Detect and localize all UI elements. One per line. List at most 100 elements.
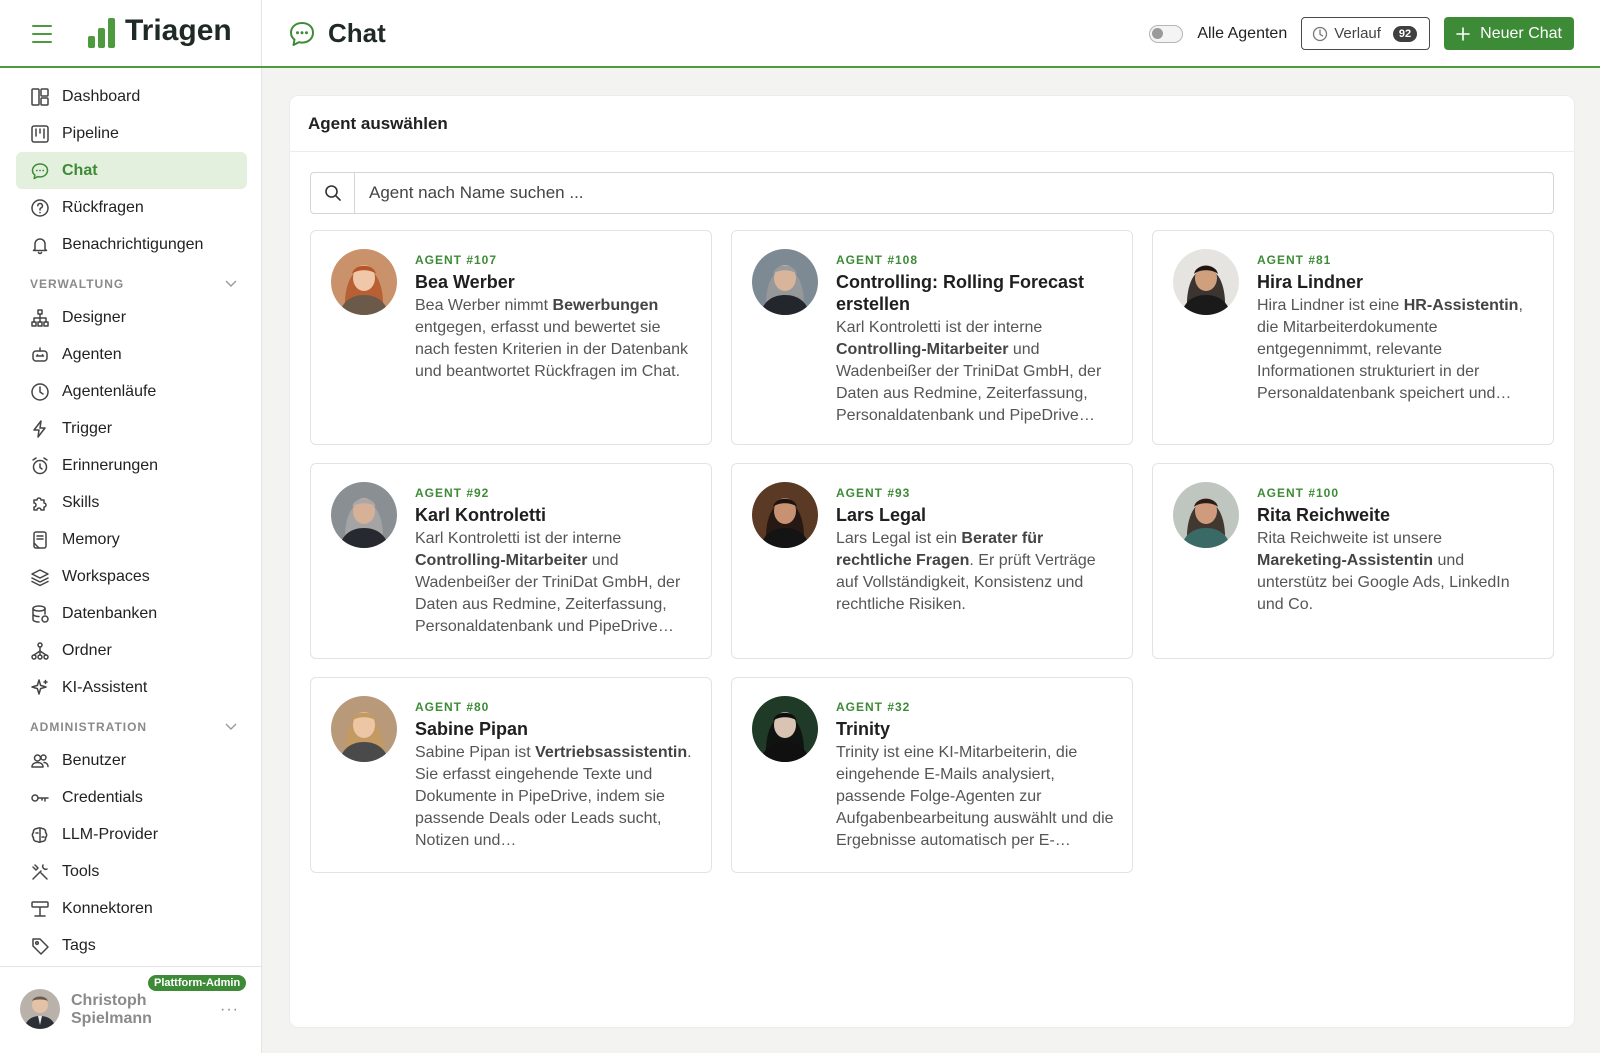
section-verwaltung[interactable]: VERWALTUNG (30, 269, 237, 299)
user-last-name: Spielmann (71, 1010, 152, 1027)
user-first-name: Christoph (71, 992, 147, 1009)
search-input[interactable] (355, 173, 1553, 213)
sidebar-item-konnektoren[interactable]: Konnektoren (16, 890, 247, 927)
section-verwaltung-title: VERWALTUNG (30, 277, 125, 291)
sitemap-icon (31, 308, 49, 327)
robot-icon (32, 346, 48, 362)
agent-card[interactable]: AGENT #32 Trinity Trinity ist eine KI-Mi… (731, 677, 1133, 873)
agent-description: Karl Kontroletti ist der interne Control… (836, 317, 1114, 427)
tools-icon (32, 863, 48, 880)
agent-id: AGENT #100 (1257, 486, 1340, 500)
sidebar-item-ki-assistent[interactable]: KI-Assistent (16, 669, 247, 706)
agent-description: Rita Reichweite ist unsere Mareketing-As… (1257, 528, 1535, 616)
agent-card[interactable]: AGENT #80 Sabine Pipan Sabine Pipan ist … (310, 677, 712, 873)
sidebar-item-workspaces[interactable]: Workspaces (16, 558, 247, 595)
agent-description: Hira Lindner ist eine HR-Assistentin, di… (1257, 295, 1535, 405)
tree-icon (31, 641, 49, 660)
agent-description-part: Rita Reichweite ist unsere (1257, 530, 1442, 547)
sidebar-item-agentenläufe[interactable]: Agentenläufe (16, 373, 247, 410)
agent-description-part: Bea Werber nimmt (415, 297, 553, 314)
sidebar-item-datenbanken[interactable]: Datenbanken (16, 595, 247, 632)
agent-card[interactable]: AGENT #108 Controlling: Rolling Forecast… (731, 230, 1133, 445)
agent-card-body: AGENT #100 Rita Reichweite Rita Reichwei… (1257, 482, 1535, 640)
chat-icon (31, 162, 49, 179)
memory-icon (33, 530, 47, 549)
sidebar-item-agenten[interactable]: Agenten (16, 336, 247, 373)
agent-name: Karl Kontroletti (415, 505, 547, 525)
sidebar-item-skills[interactable]: Skills (16, 484, 247, 521)
avatar (20, 989, 60, 1029)
sidebar-item-benutzer[interactable]: Benutzer (16, 742, 247, 779)
brand-logo[interactable]: Triagen (88, 14, 232, 48)
section-administration[interactable]: ADMINISTRATION (30, 712, 237, 742)
agent-id: AGENT #93 (836, 486, 911, 500)
sidebar-item-label: KI-Assistent (62, 678, 148, 696)
sidebar-item-chat[interactable]: Chat (16, 152, 247, 189)
logo-bars-icon (88, 16, 115, 48)
sidebar-item-erinnerungen[interactable]: Erinnerungen (16, 447, 247, 484)
bolt-icon (33, 419, 46, 438)
question-icon (31, 198, 49, 217)
sidebar-item-tags[interactable]: Tags (16, 927, 247, 964)
agent-card[interactable]: AGENT #93 Lars Legal Lars Legal ist ein … (731, 463, 1133, 659)
sidebar-item-label: Erinnerungen (62, 456, 159, 474)
agent-description-part: Lars Legal ist ein (836, 530, 962, 547)
history-label: Verlauf (1334, 25, 1381, 42)
agent-name: Sabine Pipan (415, 719, 529, 739)
agent-description-part: entgegen, erfasst und bewertet sie nach … (415, 319, 689, 380)
agent-card-body: AGENT #92 Karl Kontroletti Karl Kontrole… (415, 482, 693, 640)
new-chat-label: Neuer Chat (1480, 24, 1562, 42)
more-options-icon[interactable]: ··· (220, 1001, 239, 1019)
agent-name: Trinity (836, 719, 891, 739)
sidebar-item-label: Tags (62, 936, 96, 954)
chevron-down-icon (225, 280, 237, 287)
brand-area: Triagen (0, 0, 262, 66)
history-count-badge: 92 (1392, 25, 1418, 42)
sidebar-item-designer[interactable]: Designer (16, 299, 247, 336)
menu-icon[interactable] (28, 22, 56, 46)
agent-grid: AGENT #107 Bea Werber Bea Werber nimmt B… (310, 230, 1554, 873)
agent-description: Lars Legal ist ein Berater für rechtlich… (836, 528, 1114, 616)
agent-card[interactable]: AGENT #92 Karl Kontroletti Karl Kontrole… (310, 463, 712, 659)
plus-icon (1456, 26, 1470, 41)
agent-name: Hira Lindner (1257, 272, 1364, 292)
sidebar-item-memory[interactable]: Memory (16, 521, 247, 558)
avatar (331, 696, 397, 762)
user-profile[interactable]: Plattform-Admin Christoph Spielmann ··· (0, 966, 261, 1053)
alarm-icon (32, 456, 48, 474)
all-agents-toggle[interactable] (1149, 24, 1184, 43)
agent-card-body: AGENT #107 Bea Werber Bea Werber nimmt B… (415, 249, 693, 426)
page-title: Chat (328, 18, 386, 48)
avatar (752, 482, 818, 548)
brand-name: Triagen (125, 14, 232, 47)
avatar (752, 249, 818, 315)
sidebar-item-trigger[interactable]: Trigger (16, 410, 247, 447)
agent-name: Rita Reichweite (1257, 505, 1391, 525)
sidebar-item-label: Designer (62, 308, 127, 326)
user-name: Christoph Spielmann (71, 992, 181, 1028)
sidebar-nav: Dashboard Pipeline Chat Rückfragen Benachric… (0, 68, 261, 1001)
history-button[interactable]: Verlauf 92 (1301, 17, 1431, 50)
sidebar-item-pipeline[interactable]: Pipeline (16, 115, 247, 152)
sidebar-item-label: Dashboard (62, 87, 141, 105)
brain-icon (31, 826, 48, 843)
sidebar-item-credentials[interactable]: Credentials (16, 779, 247, 816)
agent-card[interactable]: AGENT #81 Hira Lindner Hira Lindner ist … (1152, 230, 1554, 445)
sparkle-icon (31, 678, 48, 695)
sidebar-item-rückfragen[interactable]: Rückfragen (16, 189, 247, 226)
agent-id: AGENT #32 (836, 700, 911, 714)
sidebar-item-llm-provider[interactable]: LLM-Provider (16, 816, 247, 853)
clock-icon (1313, 26, 1328, 41)
agent-card[interactable]: AGENT #100 Rita Reichweite Rita Reichwei… (1152, 463, 1554, 659)
agent-card[interactable]: AGENT #107 Bea Werber Bea Werber nimmt B… (310, 230, 712, 445)
sidebar-item-dashboard[interactable]: Dashboard (16, 78, 247, 115)
sidebar-item-benachrichtigungen[interactable]: Benachrichtigungen (16, 226, 247, 263)
agent-select-panel: Agent auswählen AGENT #107 Bea Werber Be… (290, 96, 1574, 1027)
agent-description-part: Trinity ist eine KI-Mitarbeiterin, die e… (836, 744, 1114, 849)
agent-card-body: AGENT #93 Lars Legal Lars Legal ist ein … (836, 482, 1114, 640)
history-icon (31, 382, 49, 401)
sidebar-item-ordner[interactable]: Ordner (16, 632, 247, 669)
database-icon (32, 604, 49, 623)
new-chat-button[interactable]: Neuer Chat (1444, 17, 1574, 50)
sidebar-item-tools[interactable]: Tools (16, 853, 247, 890)
